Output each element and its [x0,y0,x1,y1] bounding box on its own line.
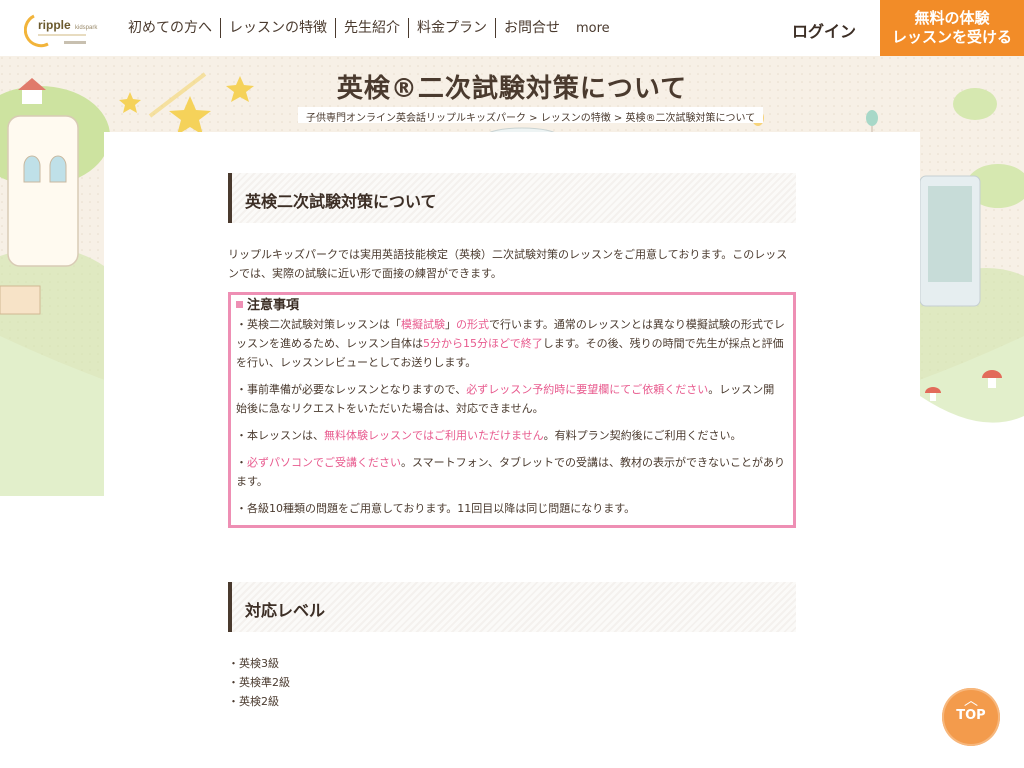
free-trial-button[interactable]: 無料の体験 レッスンを受ける [880,0,1024,56]
notice-item-preparation: ・事前準備が必要なレッスンとなりますので、必ずレッスン予約時に要望欄にてご依頼く… [236,383,775,415]
level-list: ・英検3級 ・英検準2級 ・英検2級 [228,654,290,711]
breadcrumb-home[interactable]: 子供専門オンライン英会話リップルキッズパーク [306,113,526,124]
back-to-top-button[interactable]: ︿ TOP [942,688,1000,746]
notice-item-format: ・英検二次試験対策レッスンは「模擬試験」の形式で行います。通常のレッスンとは異な… [236,318,785,369]
section-heading-eiken-text: 英検二次試験対策について [245,192,437,211]
login-link[interactable]: ログイン [792,18,856,42]
section-heading-eiken: 英検二次試験対策について [228,173,796,223]
chevron-up-icon: ︿ [964,693,978,709]
nav-contact[interactable]: お問合せ [496,18,568,38]
global-nav: 初めての方へ レッスンの特徴 先生紹介 料金プラン お問合せ more [120,0,610,56]
level-item: ・英検準2級 [228,676,290,689]
nav-more[interactable]: more [568,21,610,36]
notice-title-text: 注意事項 [247,298,300,313]
nav-features[interactable]: レッスンの特徴 [221,18,336,38]
free-trial-line1: 無料の体験 [914,9,990,27]
level-item: ・英検2級 [228,695,279,708]
breadcrumb-parent[interactable]: レッスンの特徴 [541,113,611,124]
section-heading-levels-text: 対応レベル [245,601,326,620]
level-item: ・英検3級 [228,657,279,670]
notice-item-trial: ・本レッスンは、無料体験レッスンではご利用いただけません。有料プラン契約後にご利… [236,429,742,442]
section-heading-levels: 対応レベル [228,582,796,632]
free-trial-line2: レッスンを受ける [891,28,1012,46]
notice-item-pc: ・必ずパソコンでご受講ください。スマートフォン、タブレットでの受講は、教材の表示… [236,456,786,488]
notice-item-questions: ・各級10種類の問題をご用意しております。11回目以降は同じ問題になります。 [236,502,636,515]
breadcrumb-separator: > [526,113,541,124]
breadcrumb: 子供専門オンライン英会話リップルキッズパーク > レッスンの特徴 > 英検®二次… [298,107,764,124]
ripple-kidspark-logo[interactable]: ripple kidspark [23,10,104,48]
site-header: ripple kidspark 初めての方へ レッスンの特徴 先生紹介 料金プラ… [0,0,1024,56]
notice-title: 注意事項 [236,297,785,315]
svg-text:ripple: ripple [38,18,71,32]
square-bullet-icon [236,301,243,308]
breadcrumb-separator: > [610,113,626,124]
back-to-top-label: TOP [956,708,986,723]
nav-teachers[interactable]: 先生紹介 [336,18,409,38]
nav-beginners[interactable]: 初めての方へ [120,18,221,38]
svg-text:kidspark: kidspark [75,25,98,31]
notice-box: 注意事項 ・英検二次試験対策レッスンは「模擬試験」の形式で行います。通常のレッス… [228,292,796,528]
intro-text: リップルキッズパークでは実用英語技能検定（英検）二次試験対策のレッスンをご用意し… [228,248,788,280]
nav-pricing[interactable]: 料金プラン [409,18,496,38]
page-title: 英検®二次試験対策について [336,74,688,104]
breadcrumb-current: 英検®二次試験対策について [625,113,756,124]
